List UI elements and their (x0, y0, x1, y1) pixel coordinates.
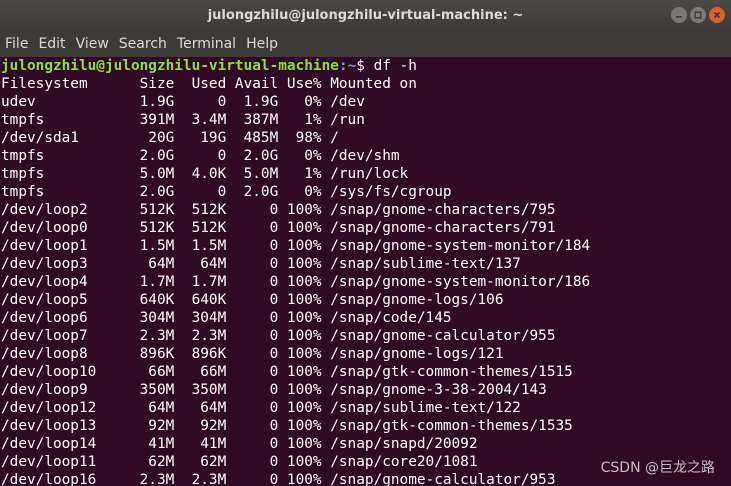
menu-terminal[interactable]: Terminal (177, 36, 236, 52)
output-line: tmpfs 391M 3.4M 387M 1% /run (1, 112, 365, 128)
output-line: /dev/sda1 20G 19G 485M 98% / (1, 130, 339, 146)
menu-search[interactable]: Search (119, 36, 167, 52)
output-line: /dev/loop5 640K 640K 0 100% /snap/gnome-… (1, 292, 504, 308)
minimize-button[interactable] (671, 7, 687, 23)
output-line: /dev/loop6 304M 304M 0 100% /snap/code/1… (1, 310, 452, 326)
output-line: /dev/loop4 1.7M 1.7M 0 100% /snap/gnome-… (1, 274, 591, 290)
command-output: Filesystem Size Used Avail Use% Mounted … (1, 75, 731, 486)
maximize-button[interactable] (690, 7, 706, 23)
prompt-user-host: julongzhilu@julongzhilu-virtual-machine (1, 58, 339, 74)
menu-view[interactable]: View (76, 36, 109, 52)
window-controls (671, 7, 725, 23)
output-line: /dev/loop13 92M 92M 0 100% /snap/gtk-com… (1, 418, 573, 434)
output-line: tmpfs 2.0G 0 2.0G 0% /sys/fs/cgroup (1, 184, 452, 200)
output-line: /dev/loop12 64M 64M 0 100% /snap/sublime… (1, 400, 521, 416)
maximize-icon (694, 11, 702, 19)
menu-file[interactable]: File (5, 36, 28, 52)
output-line: /dev/loop3 64M 64M 0 100% /snap/sublime-… (1, 256, 521, 272)
command-prompt-line: julongzhilu@julongzhilu-virtual-machine:… (1, 57, 731, 75)
output-line: tmpfs 2.0G 0 2.0G 0% /dev/shm (1, 148, 400, 164)
prompt-symbol: $ (356, 58, 374, 74)
output-line: /dev/loop2 512K 512K 0 100% /snap/gnome-… (1, 202, 556, 218)
output-line: /dev/loop14 41M 41M 0 100% /snap/snapd/2… (1, 436, 478, 452)
close-icon (713, 11, 721, 19)
watermark: CSDN @巨龙之路 (600, 460, 715, 476)
output-line: /dev/loop1 1.5M 1.5M 0 100% /snap/gnome-… (1, 238, 591, 254)
prompt-command: df -h (373, 58, 417, 74)
window-title: julongzhilu@julongzhilu-virtual-machine:… (207, 8, 524, 23)
terminal-area[interactable]: julongzhilu@julongzhilu-virtual-machine:… (0, 57, 731, 486)
minimize-icon (676, 16, 682, 18)
output-line: /dev/loop9 350M 350M 0 100% /snap/gnome-… (1, 382, 547, 398)
output-line: /dev/loop0 512K 512K 0 100% /snap/gnome-… (1, 220, 556, 236)
output-line: udev 1.9G 0 1.9G 0% /dev (1, 94, 365, 110)
menu-bar: File Edit View Search Terminal Help (0, 31, 731, 57)
output-line: /dev/loop10 66M 66M 0 100% /snap/gtk-com… (1, 364, 573, 380)
output-line: tmpfs 5.0M 4.0K 5.0M 1% /run/lock (1, 166, 409, 182)
menu-edit[interactable]: Edit (38, 36, 65, 52)
window-titlebar[interactable]: julongzhilu@julongzhilu-virtual-machine:… (0, 0, 731, 31)
output-line: /dev/loop8 896K 896K 0 100% /snap/gnome-… (1, 346, 504, 362)
output-header-line: Filesystem Size Used Avail Use% Mounted … (1, 76, 417, 92)
close-button[interactable] (709, 7, 725, 23)
output-line: /dev/loop7 2.3M 2.3M 0 100% /snap/gnome-… (1, 328, 556, 344)
prompt-path: :~ (338, 58, 357, 74)
menu-help[interactable]: Help (246, 36, 278, 52)
